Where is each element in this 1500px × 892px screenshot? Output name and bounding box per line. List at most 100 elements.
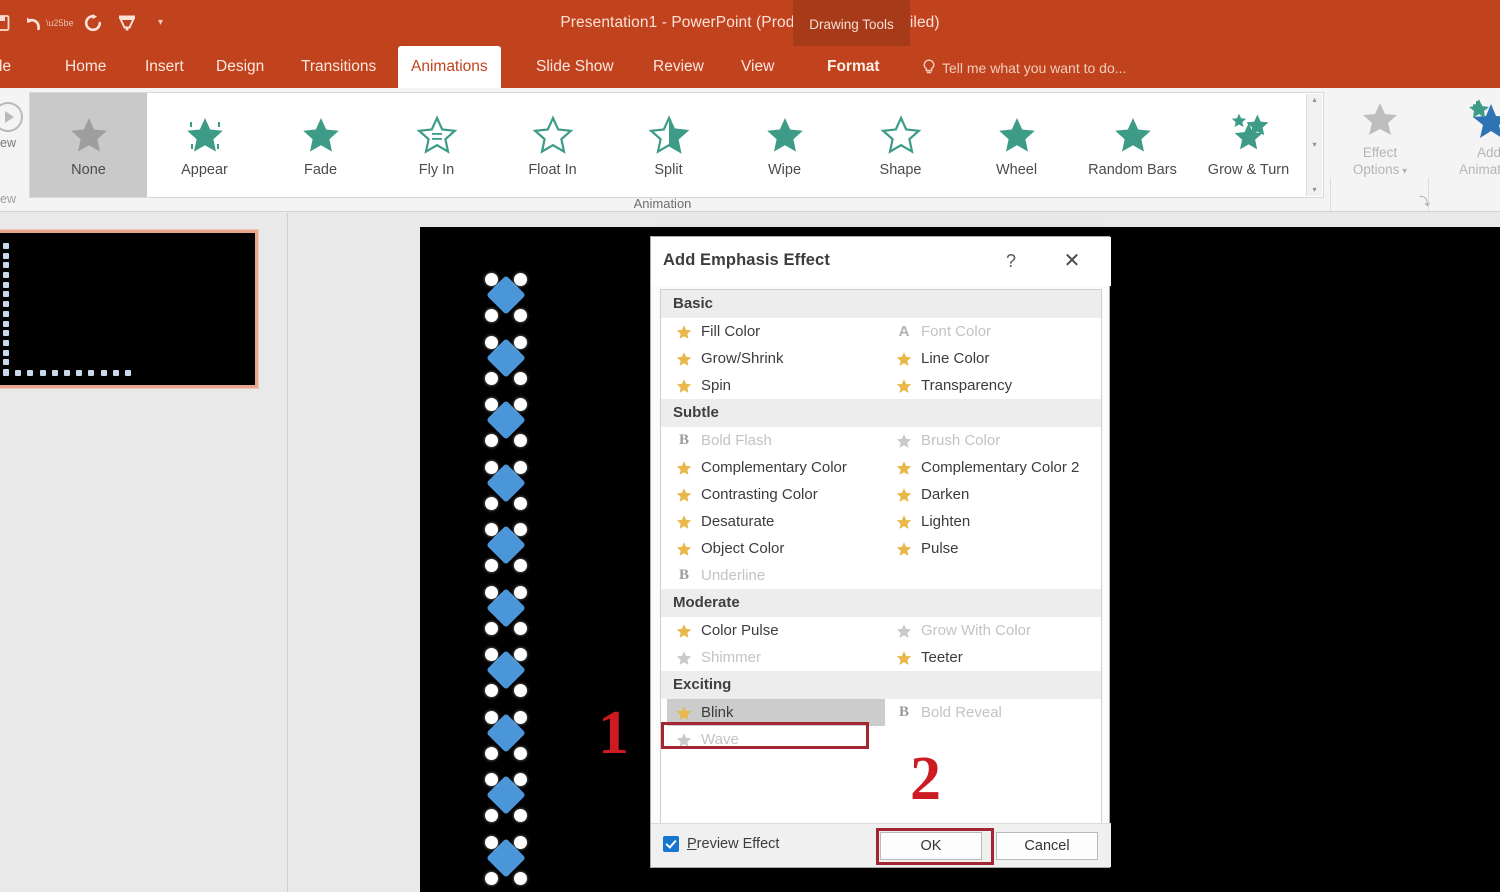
tab-home[interactable]: Home — [52, 46, 119, 88]
animation-none[interactable]: None — [30, 93, 147, 197]
tab-slide-show[interactable]: Slide Show — [523, 46, 627, 88]
selection-handle[interactable] — [514, 273, 527, 286]
slide-shape[interactable] — [483, 580, 529, 643]
selection-handle[interactable] — [485, 336, 498, 349]
help-icon[interactable]: ? — [996, 247, 1026, 275]
gallery-scroll-down-icon[interactable]: ▾ — [1312, 141, 1316, 149]
effect-complementary-color-2[interactable]: Complementary Color 2 — [887, 454, 1101, 481]
effect-font-color[interactable]: A Font Color — [887, 318, 1101, 345]
effect-grow-with-color[interactable]: Grow With Color — [887, 617, 1101, 644]
tab-view[interactable]: View — [728, 46, 787, 88]
selection-handle[interactable] — [514, 773, 527, 786]
gallery-scroll-up-icon[interactable]: ▴ — [1312, 96, 1316, 104]
animation-shape[interactable]: Shape — [842, 93, 959, 197]
tab-format[interactable]: Format — [814, 46, 893, 88]
selection-handle[interactable] — [514, 586, 527, 599]
effect-transparency[interactable]: Transparency — [887, 372, 1101, 399]
effect-bold-flash[interactable]: B Bold Flash — [667, 427, 885, 454]
selection-handle[interactable] — [485, 372, 498, 385]
selection-handle[interactable] — [485, 559, 498, 572]
slide-shape[interactable] — [483, 455, 529, 518]
selected-shape-group[interactable] — [483, 267, 529, 892]
effect-fill-color[interactable]: Fill Color — [667, 318, 885, 345]
animation-wipe[interactable]: Wipe — [726, 93, 843, 197]
ok-button[interactable]: OK — [880, 832, 982, 860]
selection-handle[interactable] — [485, 497, 498, 510]
selection-handle[interactable] — [514, 809, 527, 822]
animation-fade[interactable]: Fade — [262, 93, 379, 197]
effect-shimmer[interactable]: Shimmer — [667, 644, 885, 671]
selection-handle[interactable] — [514, 559, 527, 572]
preview-effect-checkbox[interactable]: Preview Effect — [663, 836, 779, 852]
animation-wheel[interactable]: Wheel — [958, 93, 1075, 197]
cancel-button[interactable]: Cancel — [996, 832, 1098, 860]
selection-handle[interactable] — [514, 309, 527, 322]
selection-handle[interactable] — [485, 461, 498, 474]
undo-dropdown-icon[interactable]: \u25be — [46, 18, 74, 28]
slide-thumbnail-1[interactable] — [0, 230, 258, 388]
selection-handle[interactable] — [514, 461, 527, 474]
chevron-down-icon[interactable]: ▾ — [1399, 166, 1407, 177]
slide-shape[interactable] — [483, 830, 529, 892]
selection-handle[interactable] — [485, 747, 498, 760]
selection-handle[interactable] — [514, 684, 527, 697]
effects-list[interactable]: Basic Fill Color A Font Color Grow/Shrin… — [660, 289, 1102, 829]
selection-handle[interactable] — [514, 434, 527, 447]
selection-handle[interactable] — [485, 309, 498, 322]
effect-pulse[interactable]: Pulse — [887, 535, 1101, 562]
selection-handle[interactable] — [514, 836, 527, 849]
tab-transitions[interactable]: Transitions — [288, 46, 389, 88]
slide-shape[interactable] — [483, 642, 529, 705]
tab-animations[interactable]: Animations — [398, 46, 501, 88]
animation-appear[interactable]: Appear — [146, 93, 263, 197]
tab-review[interactable]: Review — [640, 46, 717, 88]
selection-handle[interactable] — [514, 497, 527, 510]
customize-qat-icon[interactable]: ▾ — [144, 3, 178, 43]
selection-handle[interactable] — [485, 773, 498, 786]
tab-design[interactable]: Design — [203, 46, 277, 88]
selection-handle[interactable] — [485, 684, 498, 697]
effect-teeter[interactable]: Teeter — [887, 644, 1101, 671]
effect-object-color[interactable]: Object Color — [667, 535, 885, 562]
effect-desaturate[interactable]: Desaturate — [667, 508, 885, 535]
animation-random-bars[interactable]: Random Bars — [1074, 93, 1191, 197]
selection-handle[interactable] — [485, 648, 498, 661]
effect-blink[interactable]: Blink — [667, 699, 885, 726]
selection-handle[interactable] — [485, 273, 498, 286]
animation-float-in[interactable]: Float In — [494, 93, 611, 197]
selection-handle[interactable] — [514, 711, 527, 724]
tab-file[interactable]: le — [0, 46, 24, 88]
animation-fly-in[interactable]: Fly In — [378, 93, 495, 197]
effect-darken[interactable]: Darken — [887, 481, 1101, 508]
slide-shape[interactable] — [483, 705, 529, 768]
start-slideshow-icon[interactable] — [110, 3, 144, 43]
slide-shape[interactable] — [483, 330, 529, 393]
animation-dialog-launcher[interactable]: ⤵ — [1419, 193, 1430, 209]
selection-handle[interactable] — [485, 872, 498, 885]
effect-line-color[interactable]: Line Color — [887, 345, 1101, 372]
effect-color-pulse[interactable]: Color Pulse — [667, 617, 885, 644]
effect-grow-shrink[interactable]: Grow/Shrink — [667, 345, 885, 372]
add-animation-button[interactable]: Add Animation — [1434, 94, 1500, 194]
selection-handle[interactable] — [485, 586, 498, 599]
animation-split[interactable]: Split — [610, 93, 727, 197]
selection-handle[interactable] — [485, 836, 498, 849]
selection-handle[interactable] — [514, 523, 527, 536]
selection-handle[interactable] — [514, 336, 527, 349]
effect-wave[interactable]: Wave — [667, 726, 885, 753]
slide-shape[interactable] — [483, 517, 529, 580]
tell-me-search[interactable]: Tell me what you want to do... — [922, 46, 1126, 88]
close-icon[interactable]: ✕ — [1056, 247, 1088, 275]
selection-handle[interactable] — [514, 622, 527, 635]
tab-insert[interactable]: Insert — [132, 46, 197, 88]
gallery-scrollbar[interactable]: ▴ ▾ ▾ — [1306, 94, 1322, 196]
effect-brush-color[interactable]: Brush Color — [887, 427, 1101, 454]
effect-bold-reveal[interactable]: B Bold Reveal — [887, 699, 1101, 726]
gallery-more-icon[interactable]: ▾ — [1312, 186, 1316, 194]
redo-icon[interactable] — [76, 3, 110, 43]
effect-complementary-color[interactable]: Complementary Color — [667, 454, 885, 481]
effect-contrasting-color[interactable]: Contrasting Color — [667, 481, 885, 508]
selection-handle[interactable] — [485, 434, 498, 447]
selection-handle[interactable] — [485, 711, 498, 724]
animation-grow-turn[interactable]: Grow & Turn — [1190, 93, 1307, 197]
